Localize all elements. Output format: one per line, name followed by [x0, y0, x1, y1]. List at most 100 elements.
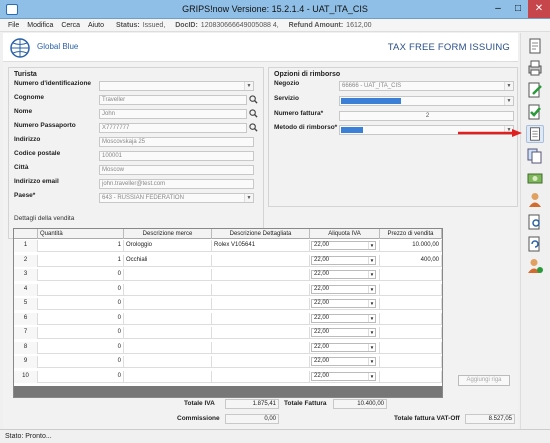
- quantity-cell[interactable]: 1: [38, 240, 124, 252]
- detailed-description-cell[interactable]: [212, 370, 310, 383]
- description-cell[interactable]: Orologgio: [124, 240, 212, 252]
- vat-rate-select[interactable]: 22,00 ▼: [311, 342, 376, 352]
- quantity-cell[interactable]: 1: [38, 254, 124, 267]
- quantity-cell[interactable]: 0: [38, 298, 124, 310]
- vat-rate-cell[interactable]: 22,00 ▼: [310, 341, 380, 354]
- description-cell[interactable]: [124, 370, 212, 383]
- description-cell[interactable]: [124, 327, 212, 339]
- price-cell[interactable]: [380, 356, 442, 368]
- vat-rate-cell[interactable]: 22,00 ▼: [310, 370, 380, 383]
- quantity-cell[interactable]: 0: [38, 312, 124, 325]
- service-select[interactable]: ▼: [339, 96, 514, 106]
- vat-rate-select[interactable]: 22,00 ▼: [311, 284, 376, 294]
- table-row[interactable]: 3 0 22,00 ▼: [14, 269, 442, 281]
- name-field[interactable]: John: [99, 109, 247, 119]
- detailed-description-cell[interactable]: [212, 312, 310, 325]
- detailed-description-cell[interactable]: [212, 327, 310, 339]
- edit-document-icon[interactable]: [526, 81, 544, 99]
- add-row-button[interactable]: Aggiungi riga: [458, 375, 510, 386]
- price-cell[interactable]: 400,00: [380, 254, 442, 267]
- vat-rate-cell[interactable]: 22,00 ▼: [310, 269, 380, 281]
- vat-rate-select[interactable]: 22,00 ▼: [311, 299, 376, 308]
- search-icon[interactable]: [249, 123, 258, 132]
- detailed-description-cell[interactable]: [212, 269, 310, 281]
- table-row[interactable]: 6 0 22,00 ▼: [14, 312, 442, 325]
- cash-icon[interactable]: [526, 169, 544, 187]
- price-cell[interactable]: [380, 269, 442, 281]
- vat-rate-cell[interactable]: 22,00 ▼: [310, 298, 380, 310]
- user-icon[interactable]: [526, 191, 544, 209]
- description-cell[interactable]: [124, 341, 212, 354]
- description-cell[interactable]: [124, 298, 212, 310]
- email-field[interactable]: john.traveller@test.com: [99, 179, 254, 189]
- price-cell[interactable]: [380, 341, 442, 354]
- close-button[interactable]: ✕: [528, 0, 550, 18]
- quantity-cell[interactable]: 0: [38, 356, 124, 368]
- vat-rate-select[interactable]: 22,00 ▼: [311, 357, 376, 366]
- table-row[interactable]: 10 0 22,00 ▼: [14, 370, 442, 383]
- refresh-document-icon[interactable]: [526, 235, 544, 253]
- table-row[interactable]: 7 0 22,00 ▼: [14, 327, 442, 339]
- menu-cerca[interactable]: Cerca: [61, 19, 80, 32]
- vat-rate-cell[interactable]: 22,00 ▼: [310, 356, 380, 368]
- country-select[interactable]: 643 - RUSSIAN FEDERATION ▼: [99, 193, 254, 203]
- vat-rate-select[interactable]: 22,00 ▼: [311, 371, 376, 381]
- table-row[interactable]: 4 0 22,00 ▼: [14, 283, 442, 296]
- table-row[interactable]: 8 0 22,00 ▼: [14, 341, 442, 354]
- search-document-icon[interactable]: [526, 213, 544, 231]
- price-cell[interactable]: [380, 283, 442, 296]
- minimize-button[interactable]: –: [488, 0, 508, 18]
- table-row[interactable]: 2 1 Occhiali 22,00 ▼ 400,00: [14, 254, 442, 267]
- issue-document-icon[interactable]: [526, 125, 544, 143]
- maximize-button[interactable]: □: [508, 0, 528, 18]
- address-field[interactable]: Moscovskaja 25: [99, 137, 254, 147]
- vat-rate-cell[interactable]: 22,00 ▼: [310, 312, 380, 325]
- vat-rate-select[interactable]: 22,00 ▼: [311, 270, 376, 279]
- vat-rate-cell[interactable]: 22,00 ▼: [310, 254, 380, 267]
- menu-modifica[interactable]: Modifica: [27, 19, 53, 32]
- detailed-description-cell[interactable]: [212, 254, 310, 267]
- detailed-description-cell[interactable]: Rolex V105641: [212, 240, 310, 252]
- description-cell[interactable]: Occhiali: [124, 254, 212, 267]
- price-cell[interactable]: [380, 298, 442, 310]
- description-cell[interactable]: [124, 312, 212, 325]
- city-field[interactable]: Moscow: [99, 165, 254, 175]
- quantity-cell[interactable]: 0: [38, 370, 124, 383]
- detailed-description-cell[interactable]: [212, 283, 310, 296]
- table-row[interactable]: 1 1 Orologgio Rolex V105641 22,00 ▼ 10.000,00: [14, 240, 442, 252]
- description-cell[interactable]: [124, 269, 212, 281]
- detailed-description-cell[interactable]: [212, 298, 310, 310]
- quantity-cell[interactable]: 0: [38, 283, 124, 296]
- postal-field[interactable]: 100001: [99, 151, 254, 161]
- search-icon[interactable]: [249, 95, 258, 104]
- price-cell[interactable]: [380, 370, 442, 383]
- shop-select[interactable]: 66666 - UAT_ITA_CIS ▼: [339, 81, 514, 91]
- surname-field[interactable]: Traveller: [99, 95, 247, 105]
- user-add-icon[interactable]: [526, 257, 544, 275]
- vat-rate-select[interactable]: 22,00 ▼: [311, 313, 376, 323]
- vat-rate-cell[interactable]: 22,00 ▼: [310, 283, 380, 296]
- menu-aiuto[interactable]: Aiuto: [88, 19, 104, 32]
- vat-rate-select[interactable]: 22,00 ▼: [311, 328, 376, 337]
- print-icon[interactable]: [526, 59, 544, 77]
- detailed-description-cell[interactable]: [212, 341, 310, 354]
- detailed-description-cell[interactable]: [212, 356, 310, 368]
- vat-rate-cell[interactable]: 22,00 ▼: [310, 327, 380, 339]
- vat-rate-select[interactable]: 22,00 ▼: [311, 241, 376, 250]
- passport-field[interactable]: X7777777: [99, 123, 247, 133]
- description-cell[interactable]: [124, 356, 212, 368]
- invoice-number-field[interactable]: 2: [339, 111, 514, 121]
- vat-rate-cell[interactable]: 22,00 ▼: [310, 240, 380, 252]
- quantity-cell[interactable]: 0: [38, 269, 124, 281]
- vat-rate-select[interactable]: 22,00 ▼: [311, 255, 376, 265]
- id-field[interactable]: ▼: [99, 81, 254, 91]
- approve-document-icon[interactable]: [526, 103, 544, 121]
- description-cell[interactable]: [124, 283, 212, 296]
- table-row[interactable]: 9 0 22,00 ▼: [14, 356, 442, 368]
- new-document-icon[interactable]: [526, 37, 544, 55]
- price-cell[interactable]: [380, 312, 442, 325]
- copy-document-icon[interactable]: [526, 147, 544, 165]
- search-icon[interactable]: [249, 109, 258, 118]
- table-row[interactable]: 5 0 22,00 ▼: [14, 298, 442, 310]
- menu-file[interactable]: File: [8, 19, 19, 32]
